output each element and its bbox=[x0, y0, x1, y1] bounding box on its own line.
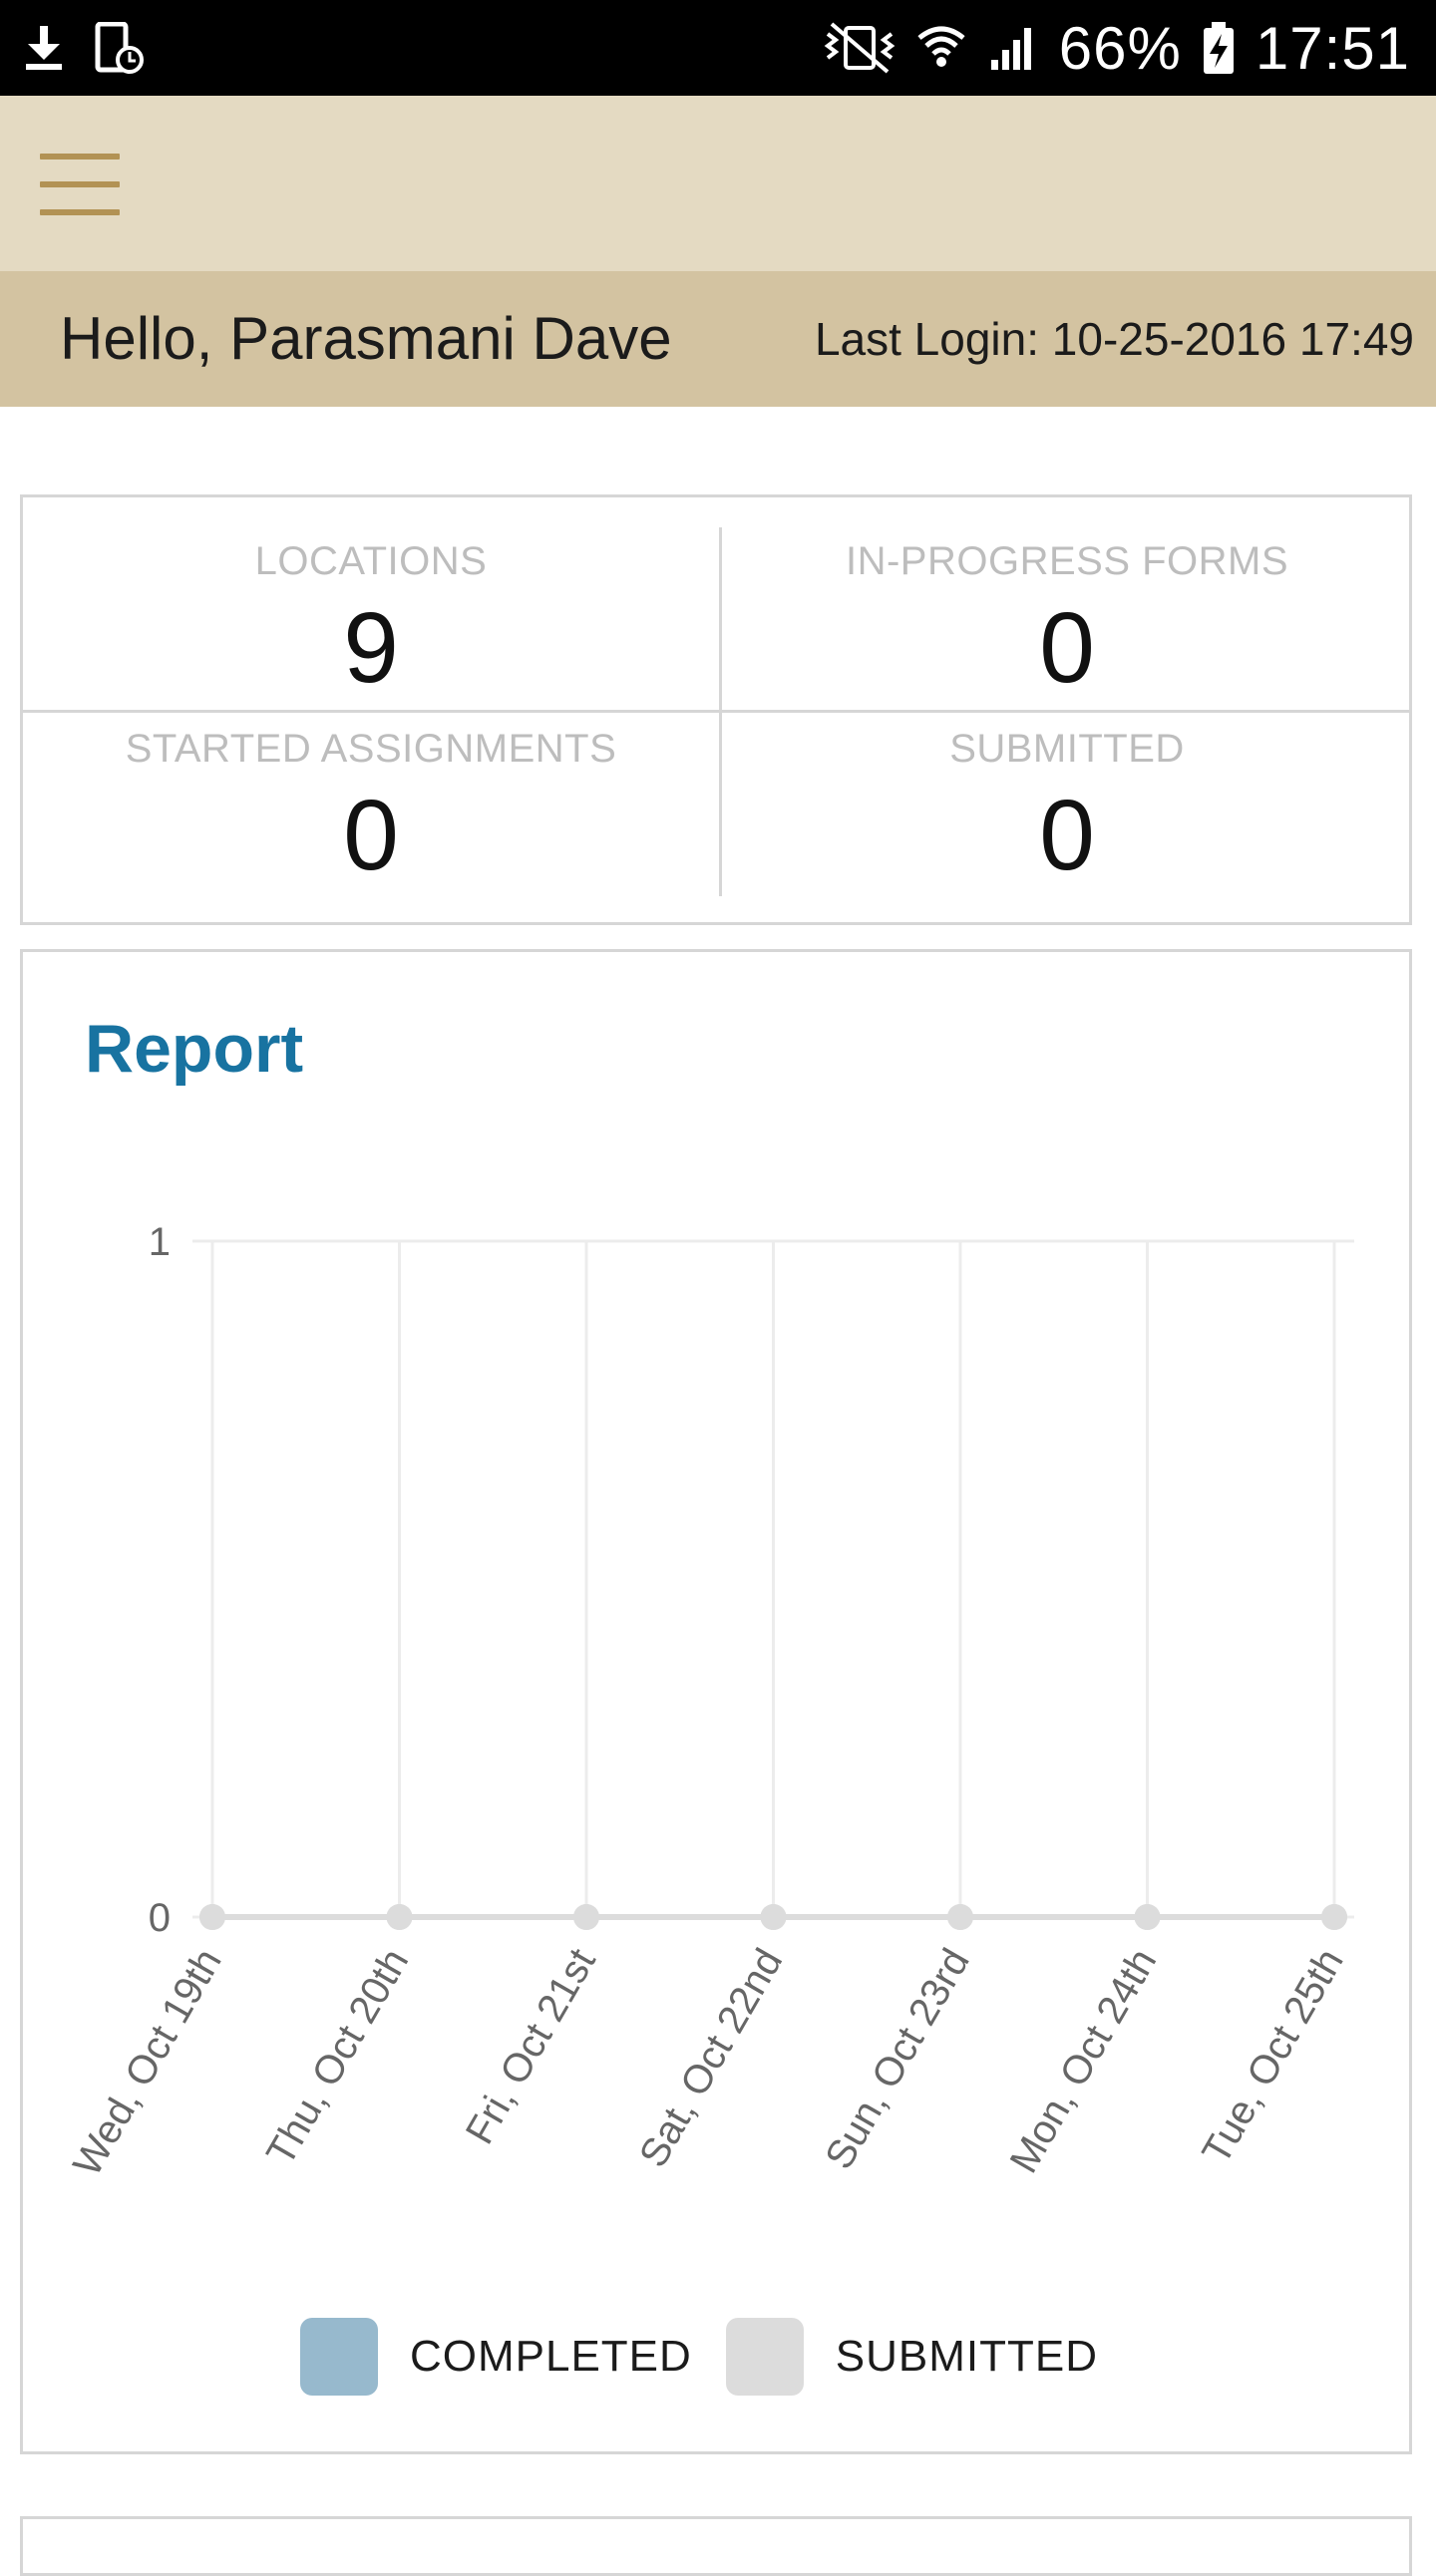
status-bar: 66% 17:51 bbox=[0, 0, 1436, 96]
data-point bbox=[1321, 1904, 1347, 1930]
app-bar bbox=[0, 96, 1436, 271]
stat-started-assignments[interactable]: STARTED ASSIGNMENTS 0 bbox=[23, 727, 719, 885]
y-tick-label: 0 bbox=[149, 1896, 171, 1940]
report-card: Report 1 0 Wed, Oct 19th Thu, Oct 20th Fri, … bbox=[20, 949, 1412, 2454]
signal-icon bbox=[987, 22, 1039, 74]
greeting-bar: Hello, Parasmani Dave Last Login: 10-25-… bbox=[0, 271, 1436, 407]
stat-value: 0 bbox=[1039, 780, 1095, 891]
stats-divider-horizontal bbox=[23, 710, 1409, 713]
next-card bbox=[20, 2516, 1412, 2576]
legend-label: COMPLETED bbox=[409, 2332, 692, 2381]
stat-value: 0 bbox=[1039, 592, 1095, 704]
greeting-text: Hello, Parasmani Dave bbox=[60, 305, 672, 372]
data-point bbox=[1134, 1904, 1161, 1930]
battery-percentage: 66% bbox=[1058, 14, 1182, 82]
x-tick-label: Thu, Oct 20th bbox=[258, 1942, 417, 2173]
stat-value: 0 bbox=[343, 780, 399, 891]
hamburger-menu-icon[interactable] bbox=[40, 154, 120, 215]
stat-label: SUBMITTED bbox=[949, 727, 1185, 771]
vibrate-icon bbox=[824, 22, 896, 74]
x-tick-label: Sat, Oct 22nd bbox=[631, 1942, 791, 2175]
data-point bbox=[573, 1904, 599, 1930]
report-chart: 1 0Wed, Oct 19th Thu, Oct 20th Fri, Oct 21s… bbox=[65, 1220, 1354, 2184]
stat-label: IN-PROGRESS FORMS bbox=[845, 539, 1289, 583]
stats-card: LOCATIONS 9 IN-PROGRESS FORMS 0 STARTED … bbox=[20, 494, 1412, 925]
battery-charging-icon bbox=[1202, 20, 1236, 76]
stat-value: 9 bbox=[343, 592, 399, 704]
y-tick-label: 1 bbox=[149, 1220, 171, 1264]
legend-item-completed[interactable]: COMPLETED bbox=[299, 2318, 726, 2396]
status-time: 17:51 bbox=[1255, 14, 1410, 82]
wifi-icon bbox=[915, 22, 967, 74]
data-point bbox=[760, 1904, 787, 1930]
x-tick-label: Wed, Oct 19th bbox=[65, 1942, 230, 2184]
x-tick-label: Fri, Oct 21st bbox=[458, 1942, 604, 2152]
chart-legend: COMPLETED SUBMITTED bbox=[23, 2318, 1409, 2396]
legend-label: SUBMITTED bbox=[835, 2332, 1099, 2381]
device-lock-icon bbox=[94, 22, 144, 74]
stat-label: LOCATIONS bbox=[254, 539, 488, 583]
x-tick-label: Mon, Oct 24th bbox=[1002, 1942, 1166, 2181]
last-login-text: Last Login: 10-25-2016 17:49 bbox=[814, 313, 1414, 365]
x-tick-label: Tue, Oct 25th bbox=[1194, 1942, 1352, 2172]
stat-submitted[interactable]: SUBMITTED 0 bbox=[719, 727, 1415, 885]
data-point bbox=[199, 1904, 225, 1930]
data-point bbox=[386, 1904, 413, 1930]
data-point bbox=[947, 1904, 973, 1930]
legend-swatch-completed bbox=[299, 2318, 378, 2396]
legend-item-submitted[interactable]: SUBMITTED bbox=[725, 2318, 1132, 2396]
stat-label: STARTED ASSIGNMENTS bbox=[125, 727, 617, 771]
stat-locations[interactable]: LOCATIONS 9 bbox=[23, 539, 719, 698]
download-icon bbox=[22, 22, 66, 74]
x-tick-label: Sun, Oct 23rd bbox=[817, 1942, 978, 2177]
legend-swatch-submitted bbox=[725, 2318, 804, 2396]
stat-in-progress-forms[interactable]: IN-PROGRESS FORMS 0 bbox=[719, 539, 1415, 698]
